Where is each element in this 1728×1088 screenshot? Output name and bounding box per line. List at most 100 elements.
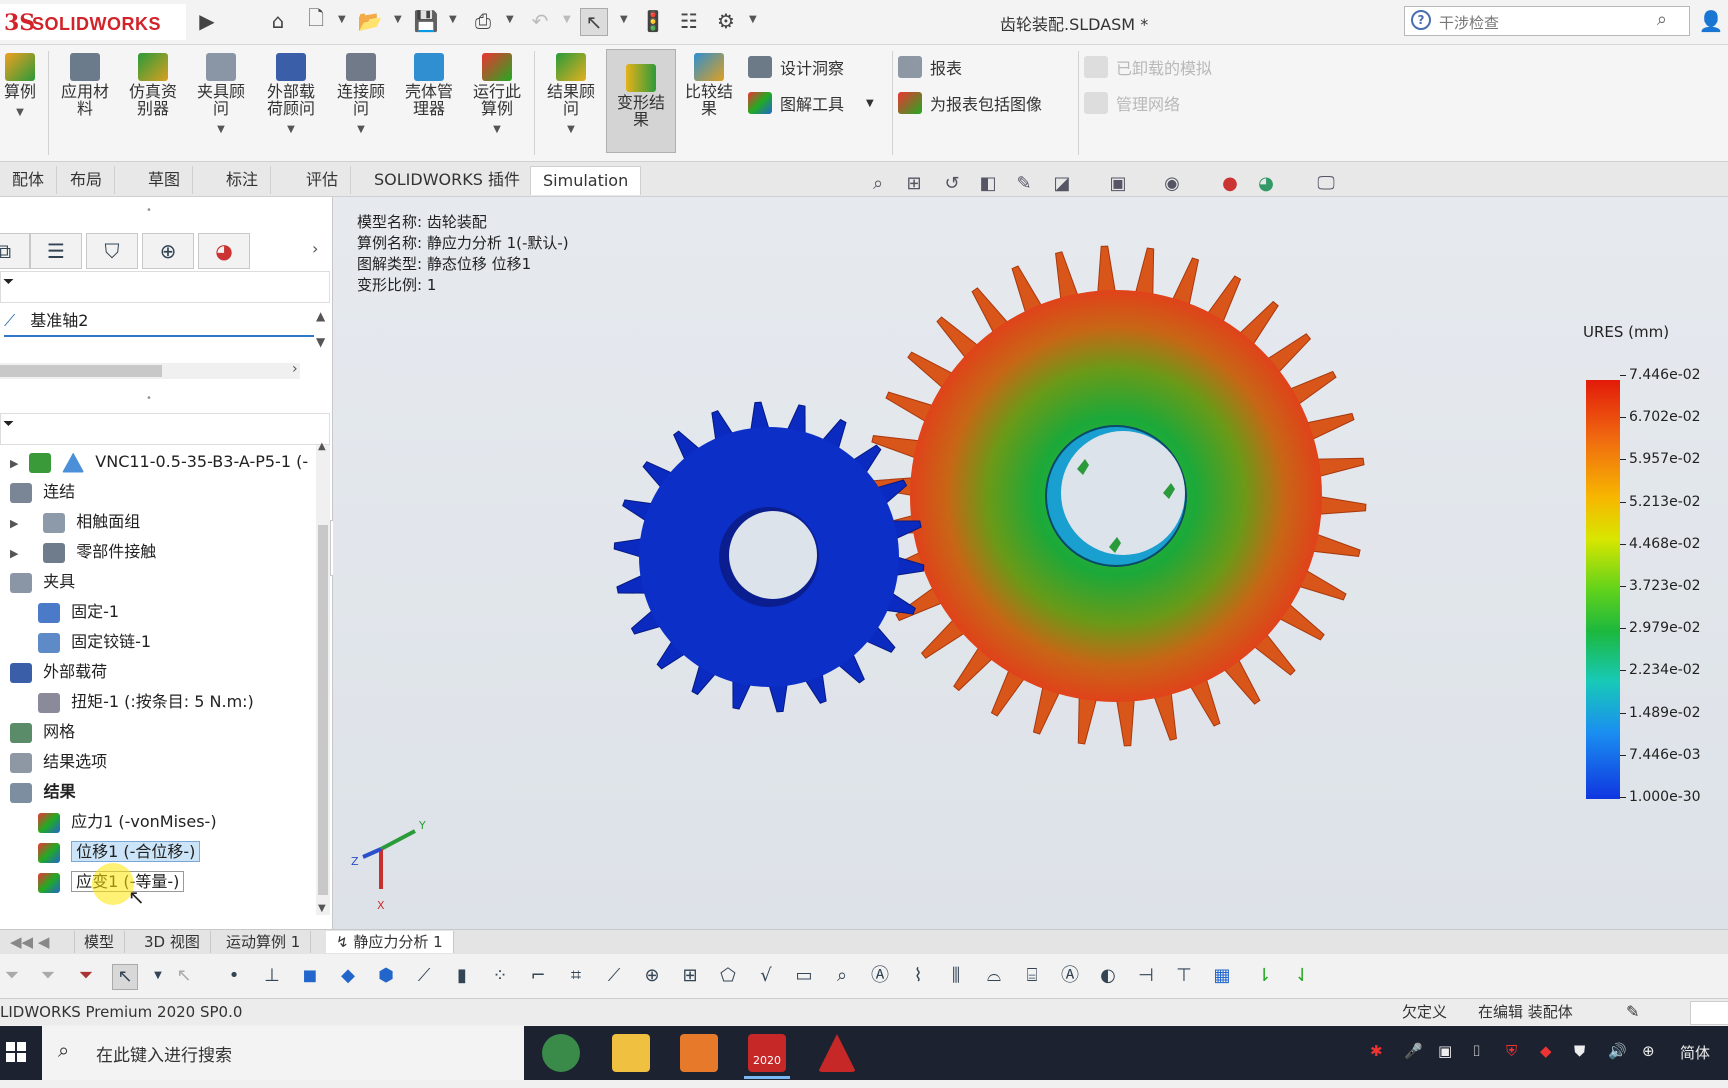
tab-layout[interactable]: 布局 xyxy=(58,166,116,194)
language-indicator[interactable]: 简体 xyxy=(1680,1042,1710,1063)
deformed-result-button[interactable]: 变形结 果 xyxy=(606,49,676,153)
options-dropdown-icon[interactable]: ▼ xyxy=(749,14,757,25)
filter-faces-icon[interactable]: ◼ xyxy=(298,964,322,988)
filter-box-bottom[interactable]: ⏷ xyxy=(0,413,330,445)
tab-motion-study[interactable]: 运动算例 1 xyxy=(216,931,312,953)
user-icon[interactable]: 👤 xyxy=(1698,8,1724,34)
select-dropdown-icon[interactable]: ▼ xyxy=(146,964,170,988)
unloaded-simulation-button[interactable]: 已卸载的模拟 xyxy=(1084,55,1212,79)
select-icon[interactable]: ↖ xyxy=(112,964,138,990)
design-insight-button[interactable]: 设计洞察 xyxy=(748,55,844,79)
zoom-to-fit-icon[interactable]: ⌕ xyxy=(866,173,890,197)
filter-notes-icon[interactable]: ▭ xyxy=(792,964,816,988)
view-orientation-icon[interactable]: ◪ xyxy=(1050,173,1074,197)
filter-datum-target-icon[interactable]: Ⓐ xyxy=(868,964,892,988)
compare-results-button[interactable]: 比较结 果 xyxy=(678,53,740,117)
tree-item-contact-set[interactable]: ▶ 相触面组 xyxy=(10,508,140,536)
search-icon[interactable]: ⌕ xyxy=(1657,9,1667,30)
gear-model-render[interactable]: Y X Z xyxy=(333,197,1728,929)
filter-vertices-icon[interactable]: • xyxy=(222,964,246,988)
filter-blocks-icon[interactable]: ⫼ xyxy=(944,964,968,988)
filter-loads-icon[interactable]: ⇂ xyxy=(1252,964,1276,988)
filter-axes-icon[interactable]: ⟋ xyxy=(412,964,436,988)
filter-sketch-segments-icon[interactable]: ⌗ xyxy=(564,964,588,988)
search-input[interactable]: 干涉检查 xyxy=(1439,12,1499,33)
microphone-icon[interactable]: 🎤 xyxy=(1404,1042,1423,1060)
manage-network-button[interactable]: 管理网络 xyxy=(1084,91,1180,115)
home-icon[interactable]: ⌂ xyxy=(265,8,291,34)
shell-manager-button[interactable]: 壳体管 理器 xyxy=(396,53,462,117)
security-icon[interactable]: ⛨ xyxy=(1506,1042,1517,1060)
connections-dropdown-icon[interactable]: ▼ xyxy=(328,121,394,138)
apply-material-button[interactable]: 应用材 料 xyxy=(54,53,116,117)
tab-evaluate[interactable]: 评估 xyxy=(294,166,352,194)
volume-icon[interactable]: 🔊 xyxy=(1608,1042,1627,1060)
study-dropdown-icon[interactable]: ▼ xyxy=(0,104,40,121)
filter-midpoints-icon[interactable]: ⟋ xyxy=(602,964,626,988)
open-folder-icon[interactable]: 📂 xyxy=(357,8,383,34)
autocad-icon[interactable] xyxy=(818,1034,856,1072)
solidworks-logo[interactable]: 3S SOLIDWORKS xyxy=(0,4,186,40)
zoom-to-area-icon[interactable]: ⊞ xyxy=(902,173,926,197)
tab-markup[interactable]: 标注 xyxy=(214,166,272,194)
horizontal-scrollbar[interactable]: › xyxy=(0,361,300,379)
scene-icon[interactable]: ◕ xyxy=(1254,173,1278,197)
study-button[interactable]: 算例 ▼ xyxy=(0,53,40,121)
tree-item-results[interactable]: 结果 xyxy=(10,778,76,806)
hide-show-items-icon[interactable]: ◉ xyxy=(1160,173,1184,197)
expand-arrow-icon[interactable]: ▶ xyxy=(10,450,24,478)
filter-box-top[interactable]: ⏷ xyxy=(0,271,330,303)
datum-axis-item[interactable]: ⟋ 基准轴2 xyxy=(4,307,314,337)
view-settings-icon[interactable]: 🖵 xyxy=(1314,173,1338,197)
solidworks-taskbar-icon[interactable]: 2020 xyxy=(748,1034,786,1072)
external-loads-dropdown-icon[interactable]: ▼ xyxy=(258,121,324,138)
filter-surface-finish-icon[interactable]: ⬠ xyxy=(716,964,740,988)
plot-tools-button[interactable]: 图解工具 ▼ xyxy=(748,91,874,115)
taskbar-search-input[interactable]: 在此键入进行搜索 xyxy=(96,1041,232,1066)
small-gear[interactable] xyxy=(613,401,925,713)
filter-balloons-icon[interactable]: ⌓ xyxy=(982,964,1006,988)
tray-window-icon[interactable]: ▣ xyxy=(1438,1042,1452,1060)
report-button[interactable]: 报表 xyxy=(898,55,962,79)
configuration-manager-tab[interactable]: ⛉ xyxy=(86,233,138,269)
tree-scroll-up-icon[interactable]: ▲ xyxy=(318,441,326,452)
tab-scroll-arrows-icon[interactable]: ◀◀ ◀ ▶ ▶▶ xyxy=(0,931,75,973)
property-manager-tab[interactable]: ☰ xyxy=(30,233,82,269)
tree-item-part[interactable]: ▶ VNC11-0.5-35-B3-A-P5-1 (- xyxy=(10,448,308,476)
connections-advisor-button[interactable]: 连接顾 问 ▼ xyxy=(328,53,394,138)
tab-solidworks-addins[interactable]: SOLIDWORKS 插件 xyxy=(362,166,533,194)
tree-item-result-options[interactable]: 结果选项 xyxy=(10,748,107,776)
filter-annotations-icon[interactable]: Ⓐ xyxy=(1058,964,1082,988)
shield-icon[interactable]: ⛊ xyxy=(1574,1042,1585,1060)
filter-all-icon[interactable]: ⏷ xyxy=(74,964,98,988)
filter-planes-icon[interactable]: ▮ xyxy=(450,964,474,988)
tray-app-icon[interactable]: ✱ xyxy=(1370,1042,1383,1060)
tree-vertical-scrollbar[interactable]: ▲ ▼ xyxy=(316,441,330,915)
usb-icon[interactable]: ⌷ xyxy=(1472,1042,1481,1060)
graphics-viewport[interactable]: 模型名称: 齿轮装配 算例名称: 静应力分析 1(-默认-) 图解类型: 静态位… xyxy=(333,197,1728,929)
run-study-button[interactable]: 运行此 算例 ▼ xyxy=(464,53,530,138)
tree-item-torque[interactable]: 扭矩-1 (:按条目: 5 N.m:) xyxy=(10,688,254,716)
filter-fixtures-icon[interactable]: ⇃ xyxy=(1290,964,1314,988)
scroll-right-icon[interactable]: › xyxy=(292,361,298,377)
filter-connection-icon[interactable]: ⊤ xyxy=(1172,964,1196,988)
tab-simulation[interactable]: Simulation xyxy=(530,166,642,195)
filter-center-marks-icon[interactable]: ⊕ xyxy=(640,964,664,988)
search-box[interactable]: ? 干涉检查 ⌕ xyxy=(1404,6,1690,36)
filter-surfaces-icon[interactable]: ◆ xyxy=(336,964,360,988)
select-cursor-icon[interactable]: ↖ xyxy=(580,8,608,36)
dynamic-annotation-icon[interactable]: ✎ xyxy=(1012,173,1036,197)
tree-item-mesh[interactable]: 网格 xyxy=(10,718,75,746)
panel-splitter-icon[interactable]: • xyxy=(146,393,152,404)
feature-manager-tab[interactable]: ⧉ xyxy=(0,233,30,269)
new-document-icon[interactable]: 🗋 xyxy=(303,6,329,34)
results-dropdown-icon[interactable]: ▼ xyxy=(540,121,602,138)
tree-item-component-contact[interactable]: ▶ 零部件接触 xyxy=(10,538,156,566)
filter-edges-icon[interactable]: ⊥ xyxy=(260,964,284,988)
file-properties-icon[interactable]: ☷ xyxy=(676,8,702,34)
tab-static-study[interactable]: ↯ 静应力分析 1 xyxy=(326,931,454,953)
print-icon[interactable]: ⎙ xyxy=(470,8,496,34)
fixtures-advisor-button[interactable]: 夹具顾 问 ▼ xyxy=(190,53,252,138)
tree-item-connections[interactable]: 连结 xyxy=(10,478,75,506)
tree-item-fixed[interactable]: 固定-1 xyxy=(10,598,119,626)
